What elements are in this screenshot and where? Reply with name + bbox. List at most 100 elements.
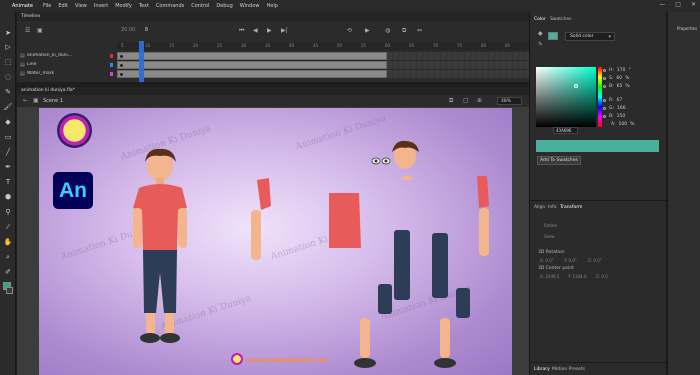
rotate-label[interactable]: Rotate: [544, 223, 557, 228]
green-radio[interactable]: [603, 107, 606, 110]
rotation-z[interactable]: Z: 0.0°: [588, 258, 602, 263]
layer-options-icon[interactable]: ☰: [25, 27, 30, 34]
edit-frames-icon[interactable]: ⧉: [402, 27, 406, 35]
scene-selector[interactable]: Scene 1: [43, 98, 63, 104]
clip-icon[interactable]: ▢: [463, 97, 469, 104]
play-timeline-icon[interactable]: ▶: [365, 27, 370, 34]
menu-file[interactable]: File: [43, 3, 51, 9]
leg-parts[interactable]: [354, 230, 470, 368]
lasso-tool-icon[interactable]: ◌: [3, 72, 13, 82]
brightness-radio[interactable]: [603, 85, 606, 88]
text-tool-icon[interactable]: T: [3, 177, 13, 187]
stroke-color-icon[interactable]: ✐: [3, 267, 13, 277]
hue-radio[interactable]: [603, 69, 606, 72]
fit-icon[interactable]: ⇔: [417, 27, 422, 34]
arm-part-right[interactable]: [477, 176, 489, 256]
pencil-tool-icon[interactable]: ✎: [3, 87, 13, 97]
minimize-button[interactable]: —: [659, 1, 665, 8]
line-tool-icon[interactable]: ╱: [3, 147, 13, 157]
properties-panel[interactable]: Properties: [667, 12, 700, 375]
menu-modify[interactable]: Modify: [115, 3, 132, 9]
skew-label[interactable]: Skew: [544, 234, 554, 239]
selection-tool-icon[interactable]: ➤: [3, 28, 13, 38]
arm-part-left[interactable]: [251, 178, 271, 260]
layer-empty-frames[interactable]: [387, 70, 529, 78]
prev-frame-icon[interactable]: ◀: [253, 27, 258, 34]
head-part[interactable]: [371, 140, 419, 180]
color-cursor[interactable]: [574, 84, 578, 88]
subselection-tool-icon[interactable]: ▷: [3, 42, 13, 52]
layer-keyframes[interactable]: [117, 52, 387, 60]
zoom-tool-icon[interactable]: ⌕: [3, 252, 13, 262]
center-x[interactable]: X: 2449.5: [540, 274, 559, 279]
paint-bucket-icon[interactable]: ⬢: [3, 192, 13, 202]
layer-name[interactable]: Water_mark: [27, 71, 87, 76]
zoom-dropdown[interactable]: 48%: [497, 97, 522, 105]
tab-transform[interactable]: Transform: [560, 205, 582, 210]
tab-info[interactable]: Info: [548, 205, 557, 210]
layer-row[interactable]: ▤ Line: [17, 61, 529, 69]
menu-window[interactable]: Window: [240, 3, 260, 9]
bone-tool-icon[interactable]: ⚲: [3, 207, 13, 217]
timeline-tab[interactable]: Timeline: [17, 12, 529, 21]
red-radio[interactable]: [603, 99, 606, 102]
document-tab[interactable]: animation ki duniya.fla*: [17, 87, 529, 95]
first-frame-icon[interactable]: ⏮: [239, 27, 244, 35]
stage-canvas[interactable]: Animation Ki Duniya Animation Ki Duniya …: [39, 108, 512, 375]
add-to-swatches-button[interactable]: Add To Swatches: [537, 156, 581, 165]
blue-radio[interactable]: [603, 115, 606, 118]
layer-keyframes[interactable]: [117, 61, 387, 69]
tab-motion-presets[interactable]: Motion Presets: [552, 367, 585, 372]
frame-ruler[interactable]: 5 10 15 20 25 30 35 40 45 50 55 60 65 70…: [117, 42, 529, 50]
playhead[interactable]: [139, 41, 144, 82]
menu-commands[interactable]: Commands: [156, 3, 184, 9]
stroke-color-swatch[interactable]: [6, 287, 13, 294]
layer-name[interactable]: Line: [27, 62, 87, 67]
stroke-pencil-icon[interactable]: ✎: [538, 41, 543, 48]
layer-row[interactable]: ▤ Water_mark: [17, 70, 529, 78]
boy-character[interactable]: [133, 148, 187, 343]
tab-library[interactable]: Library: [534, 367, 550, 372]
onion-skin-icon[interactable]: ◍: [385, 27, 390, 34]
edit-symbols-icon[interactable]: ⧉: [449, 97, 453, 105]
saturation-radio[interactable]: [603, 77, 606, 80]
back-arrow-icon[interactable]: ←: [23, 97, 28, 104]
fill-type-dropdown[interactable]: Solid color: [565, 32, 615, 41]
layer-name[interactable]: animation_ki_duni...: [27, 53, 87, 58]
fill-bucket-icon[interactable]: ◆: [538, 30, 543, 37]
menu-view[interactable]: View: [75, 3, 87, 9]
hex-input[interactable]: 43A696: [553, 127, 578, 134]
menu-control[interactable]: Control: [191, 3, 209, 9]
loop-icon[interactable]: ⟲: [347, 27, 352, 34]
center-stage-icon[interactable]: ⊕: [477, 97, 482, 104]
hue-slider[interactable]: [598, 67, 602, 127]
menu-debug[interactable]: Debug: [216, 3, 232, 9]
close-button[interactable]: ✕: [691, 1, 696, 8]
color-picker-field[interactable]: [536, 67, 596, 127]
pen-tool-icon[interactable]: ✒: [3, 162, 13, 172]
rectangle-tool-icon[interactable]: ▭: [3, 132, 13, 142]
tab-swatches[interactable]: Swatches: [550, 17, 572, 22]
layer-row[interactable]: ▤ animation_ki_duni...: [17, 52, 529, 60]
center-y[interactable]: Y: 1344.0: [568, 274, 587, 279]
eyedropper-icon[interactable]: ⁄: [3, 222, 13, 232]
brush-tool-icon[interactable]: 🖌: [3, 102, 13, 112]
rotation-y[interactable]: Y: 0.0°: [564, 258, 577, 263]
center-z[interactable]: Z: 0.0: [596, 274, 608, 279]
torso-part[interactable]: [329, 193, 361, 248]
camera-icon[interactable]: ▣: [37, 27, 43, 34]
properties-tab[interactable]: Properties: [677, 26, 697, 31]
tab-color[interactable]: Color: [534, 17, 546, 22]
free-transform-icon[interactable]: ⬚: [3, 57, 13, 67]
menu-help[interactable]: Help: [267, 3, 278, 9]
rotation-x[interactable]: X: 0.0°: [540, 258, 554, 263]
fill-swatch[interactable]: [548, 32, 558, 40]
maximize-button[interactable]: □: [675, 1, 681, 8]
play-icon[interactable]: ▶: [267, 27, 272, 34]
menu-text[interactable]: Text: [139, 3, 149, 9]
menu-edit[interactable]: Edit: [58, 3, 68, 9]
eraser-tool-icon[interactable]: ◆: [3, 117, 13, 127]
tab-align[interactable]: Align: [534, 205, 545, 210]
menu-insert[interactable]: Insert: [94, 3, 108, 9]
hand-tool-icon[interactable]: ✋: [3, 237, 13, 247]
